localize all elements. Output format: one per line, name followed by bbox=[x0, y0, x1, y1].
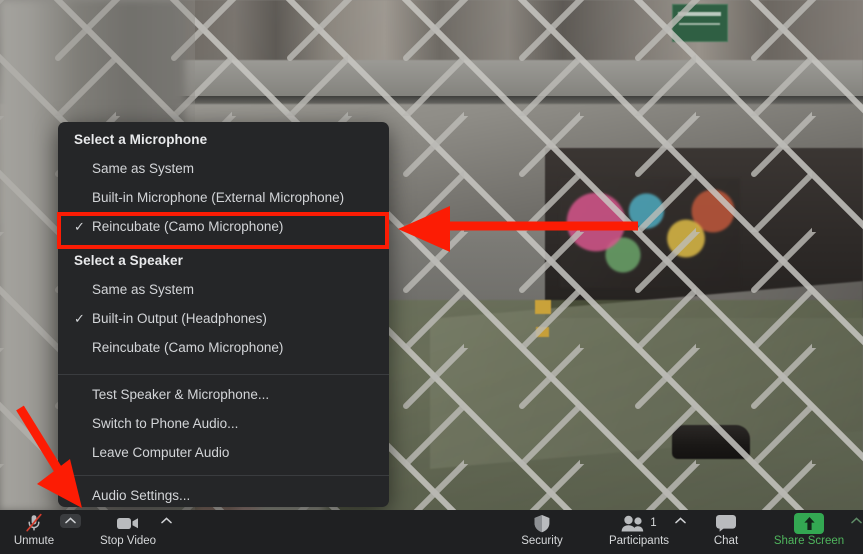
unmute-label: Unmute bbox=[13, 535, 55, 547]
zoom-meeting-window: Select a Microphone Same as System Built… bbox=[0, 0, 863, 554]
chat-button[interactable]: Chat bbox=[700, 510, 752, 547]
chat-bubble-icon bbox=[715, 513, 737, 533]
menu-item-label: Switch to Phone Audio... bbox=[92, 416, 239, 431]
share-arrow-up-icon bbox=[794, 512, 824, 534]
participants-count: 1 bbox=[650, 517, 657, 529]
toolbar-group-participants: 1 Participants bbox=[608, 510, 691, 554]
share-options-chevron-up-icon[interactable] bbox=[846, 514, 863, 528]
menu-item-label: Test Speaker & Microphone... bbox=[92, 387, 270, 402]
stop-video-button[interactable]: Stop Video bbox=[100, 510, 156, 547]
unmute-button[interactable]: Unmute bbox=[8, 510, 60, 547]
video-options-chevron-up-icon[interactable] bbox=[156, 514, 177, 528]
toolbar-group-video: Stop Video bbox=[100, 510, 177, 554]
audio-dropdown-menu[interactable]: Select a Microphone Same as System Built… bbox=[58, 122, 389, 507]
toolbar-group-chat: Chat bbox=[700, 510, 752, 554]
menu-item-mic-same-as-system[interactable]: Same as System bbox=[58, 154, 389, 183]
security-label: Security bbox=[521, 535, 563, 547]
meeting-toolbar: Unmute Stop Video Security 1 Participant… bbox=[0, 510, 863, 554]
toolbar-group-security: Security bbox=[516, 510, 568, 554]
participants-label: Participants bbox=[608, 535, 670, 547]
menu-item-label: Same as System bbox=[92, 282, 195, 297]
toolbar-group-share-screen: Share Screen bbox=[772, 510, 863, 554]
security-button[interactable]: Security bbox=[516, 510, 568, 547]
menu-item-label: Audio Settings... bbox=[92, 488, 191, 503]
participants-icon-row: 1 bbox=[621, 513, 657, 533]
share-screen-button[interactable]: Share Screen bbox=[772, 510, 846, 547]
video-yellow-sign-secondary bbox=[536, 327, 549, 337]
participants-options-chevron-up-icon[interactable] bbox=[670, 514, 691, 528]
menu-item-speaker-reincubate-camo[interactable]: Reincubate (Camo Microphone) bbox=[58, 333, 389, 362]
video-yellow-sign bbox=[535, 300, 551, 314]
menu-item-label: Same as System bbox=[92, 161, 195, 176]
menu-item-label: Reincubate (Camo Microphone) bbox=[92, 219, 284, 234]
checkmark-icon: ✓ bbox=[74, 219, 85, 234]
menu-item-mic-built-in[interactable]: Built-in Microphone (External Microphone… bbox=[58, 183, 389, 212]
stop-video-label: Stop Video bbox=[100, 535, 157, 547]
microphone-section-title: Select a Microphone bbox=[74, 132, 208, 147]
menu-item-audio-settings[interactable]: Audio Settings... bbox=[58, 481, 389, 507]
menu-item-test-speaker-microphone[interactable]: Test Speaker & Microphone... bbox=[58, 380, 389, 409]
video-highway-sign bbox=[672, 4, 728, 42]
people-icon bbox=[621, 515, 644, 531]
menu-item-speaker-same-as-system[interactable]: Same as System bbox=[58, 275, 389, 304]
menu-item-label: Reincubate (Camo Microphone) bbox=[92, 340, 284, 355]
menu-item-leave-computer-audio[interactable]: Leave Computer Audio bbox=[58, 438, 389, 467]
speaker-section-title: Select a Speaker bbox=[74, 253, 183, 268]
microphone-muted-icon bbox=[24, 513, 44, 533]
share-screen-label: Share Screen bbox=[773, 535, 845, 547]
menu-item-speaker-built-in-output[interactable]: ✓ Built-in Output (Headphones) bbox=[58, 304, 389, 333]
checkmark-icon: ✓ bbox=[74, 311, 85, 326]
video-camera-icon bbox=[116, 513, 140, 533]
menu-item-label: Built-in Output (Headphones) bbox=[92, 311, 267, 326]
chat-label: Chat bbox=[713, 535, 739, 547]
menu-item-switch-to-phone-audio[interactable]: Switch to Phone Audio... bbox=[58, 409, 389, 438]
shield-icon bbox=[533, 513, 551, 533]
menu-divider bbox=[58, 475, 389, 476]
participants-button[interactable]: 1 Participants bbox=[608, 510, 670, 547]
menu-item-label: Leave Computer Audio bbox=[92, 445, 230, 460]
menu-divider bbox=[58, 374, 389, 375]
video-parked-car bbox=[672, 425, 750, 459]
toolbar-group-audio: Unmute bbox=[8, 510, 81, 554]
audio-options-chevron-up-icon[interactable] bbox=[60, 514, 81, 528]
menu-item-label: Built-in Microphone (External Microphone… bbox=[92, 190, 345, 205]
menu-item-mic-reincubate-camo[interactable]: ✓ Reincubate (Camo Microphone) bbox=[58, 212, 389, 241]
